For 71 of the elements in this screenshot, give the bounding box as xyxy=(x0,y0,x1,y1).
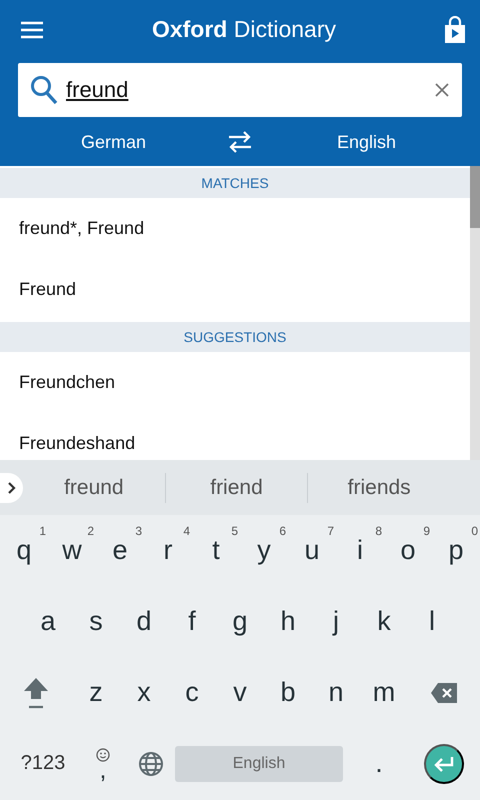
scrollbar-thumb[interactable] xyxy=(470,166,480,228)
key[interactable]: h xyxy=(264,586,312,657)
key[interactable]: d xyxy=(120,586,168,657)
key-hint: 9 xyxy=(423,524,430,538)
key-hint: 3 xyxy=(135,524,142,538)
key[interactable]: x xyxy=(120,657,168,728)
key-hint: 2 xyxy=(87,524,94,538)
result-item[interactable]: Freundeshand xyxy=(0,413,470,460)
space-key[interactable]: English xyxy=(175,746,343,782)
key[interactable]: i 8 xyxy=(336,515,384,586)
key[interactable]: v xyxy=(216,657,264,728)
result-item[interactable]: Freund xyxy=(0,259,470,320)
key[interactable]: j xyxy=(312,586,360,657)
clear-button[interactable] xyxy=(434,82,450,98)
key[interactable]: f xyxy=(168,586,216,657)
key-hint: 5 xyxy=(231,524,238,538)
key[interactable]: m xyxy=(360,657,408,728)
result-item[interactable]: freund*, Freund xyxy=(0,198,470,259)
shift-icon xyxy=(21,676,51,710)
key-hint: 4 xyxy=(183,524,190,538)
section-header: SUGGESTIONS xyxy=(0,322,470,352)
key[interactable]: b xyxy=(264,657,312,728)
period-key[interactable]: . xyxy=(343,728,415,799)
result-item[interactable]: Freundchen xyxy=(0,352,470,413)
globe-icon xyxy=(138,750,164,776)
emoji-icon xyxy=(96,748,110,762)
word-suggestion[interactable]: friend xyxy=(164,472,308,502)
key[interactable]: s xyxy=(72,586,120,657)
key[interactable]: t 5 xyxy=(192,515,240,586)
word-suggestion[interactable]: friends xyxy=(307,472,450,502)
swap-icon xyxy=(227,131,253,153)
target-language[interactable]: English xyxy=(253,132,480,152)
symbols-key[interactable]: ?123 xyxy=(7,728,79,799)
key[interactable]: y 6 xyxy=(240,515,288,586)
swap-button[interactable] xyxy=(227,131,253,153)
search-icon xyxy=(30,75,58,105)
word-suggestion[interactable]: freund xyxy=(23,472,165,502)
key[interactable]: a xyxy=(24,586,72,657)
key[interactable]: o 9 xyxy=(384,515,432,586)
section-header: MATCHES xyxy=(0,168,470,198)
key[interactable]: q 1 xyxy=(0,515,48,586)
enter-key[interactable] xyxy=(424,744,464,784)
search-field[interactable]: freund xyxy=(18,63,462,117)
key[interactable]: k xyxy=(360,586,408,657)
comma-key[interactable]: , xyxy=(79,728,127,799)
key-hint: 6 xyxy=(279,524,286,538)
key[interactable]: l xyxy=(408,586,456,657)
key[interactable]: c xyxy=(168,657,216,728)
menu-icon xyxy=(20,21,44,39)
key[interactable]: w 2 xyxy=(48,515,96,586)
key[interactable]: e 3 xyxy=(96,515,144,586)
key-hint: 1 xyxy=(39,524,46,538)
key-hint: 0 xyxy=(471,524,478,538)
key[interactable]: n xyxy=(312,657,360,728)
close-icon xyxy=(434,82,450,98)
chevron-icon xyxy=(6,480,16,494)
source-language[interactable]: German xyxy=(0,132,227,152)
key[interactable]: g xyxy=(216,586,264,657)
key-hint: 8 xyxy=(375,524,382,538)
menu-button[interactable] xyxy=(20,21,44,39)
key[interactable]: p 0 xyxy=(432,515,480,586)
enter-icon xyxy=(433,756,455,772)
store-button[interactable] xyxy=(444,16,466,44)
key-hint: 7 xyxy=(327,524,334,538)
app-title: Oxford Dictionary xyxy=(152,16,336,42)
expand-button[interactable] xyxy=(0,472,23,502)
shopping-bag-icon xyxy=(444,16,466,44)
key[interactable]: z xyxy=(72,657,120,728)
backspace-icon xyxy=(430,682,458,704)
key[interactable]: u 7 xyxy=(288,515,336,586)
key[interactable]: r 4 xyxy=(144,515,192,586)
